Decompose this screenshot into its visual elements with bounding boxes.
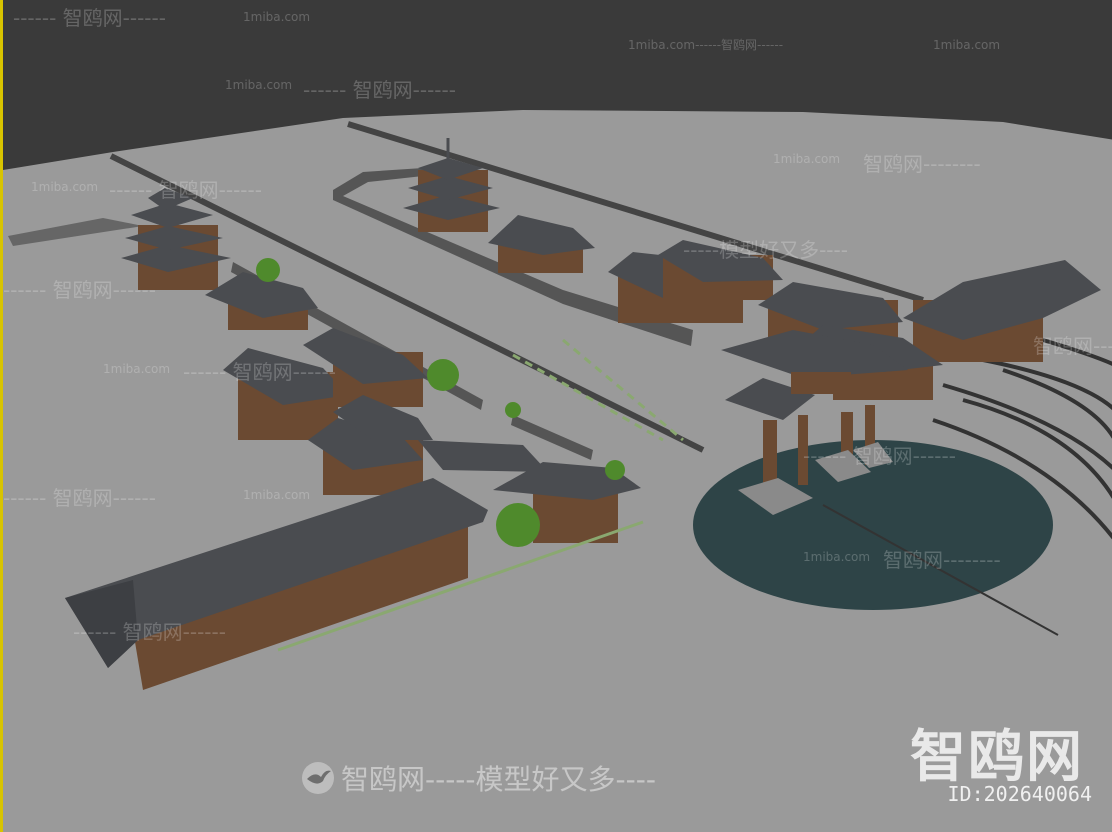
bottom-banner-text: 智鸥网-----模型好又多---- bbox=[341, 763, 656, 796]
3d-viewport[interactable]: ------ 智鸥网------ 1miba.com 1miba.com----… bbox=[0, 0, 1112, 832]
brand-id: ID:202640064 bbox=[947, 782, 1093, 806]
bottom-banner: 智鸥网-----模型好又多---- bbox=[301, 758, 656, 798]
bird-logo-icon bbox=[302, 762, 334, 794]
brand-logo: 智鸥网 bbox=[910, 725, 1084, 790]
scene-render bbox=[3, 110, 1112, 832]
